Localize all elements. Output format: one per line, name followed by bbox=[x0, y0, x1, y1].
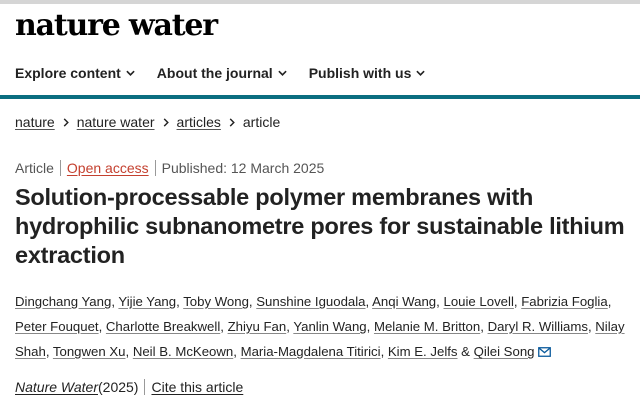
citation-year: (2025) bbox=[98, 379, 139, 395]
chevron-down-icon bbox=[278, 70, 287, 76]
open-access-link[interactable]: Open access bbox=[67, 160, 149, 176]
author-separator: , bbox=[98, 319, 106, 334]
chevron-down-icon bbox=[126, 70, 135, 76]
author-separator: , bbox=[220, 319, 228, 334]
author-separator: , bbox=[480, 319, 488, 334]
nav-label: Publish with us bbox=[308, 65, 412, 81]
nav-label: Explore content bbox=[15, 65, 121, 81]
chevron-down-icon bbox=[416, 70, 426, 76]
author-link[interactable]: Qilei Song bbox=[474, 344, 535, 359]
journal-link[interactable]: Nature Water bbox=[15, 379, 98, 395]
meta-divider bbox=[59, 160, 61, 176]
author-link[interactable]: Kim E. Jelfs bbox=[388, 344, 458, 359]
citation-line: Nature Water (2025) Cite this article bbox=[15, 379, 243, 395]
author-separator: , bbox=[125, 344, 133, 359]
author-link[interactable]: Maria-Magdalena Titirici bbox=[241, 344, 381, 359]
site-logo[interactable]: nature water bbox=[15, 8, 218, 44]
chevron-right-icon bbox=[163, 117, 169, 127]
meta-divider bbox=[154, 160, 156, 176]
nav-about-journal[interactable]: About the journal bbox=[157, 63, 287, 83]
author-link[interactable]: Yanlin Wang bbox=[293, 319, 366, 334]
article-type: Article bbox=[15, 160, 54, 176]
chevron-right-icon bbox=[63, 117, 69, 127]
author-link[interactable]: Anqi Wang bbox=[372, 294, 436, 309]
author-separator: , bbox=[45, 344, 53, 359]
author-link[interactable]: Peter Fouquet bbox=[15, 319, 99, 334]
author-link[interactable]: Dingchang Yang bbox=[15, 294, 111, 309]
author-link[interactable]: Tongwen Xu bbox=[53, 344, 126, 359]
breadcrumb-articles[interactable]: articles bbox=[177, 114, 221, 130]
article-meta: Article Open access Published: 12 March … bbox=[15, 160, 324, 176]
chevron-right-icon bbox=[229, 117, 235, 127]
author-link[interactable]: Daryl R. Williams bbox=[488, 319, 588, 334]
nav-publish-with-us[interactable]: Publish with us bbox=[309, 63, 426, 83]
author-separator: , bbox=[366, 319, 374, 334]
author-link[interactable]: Toby Wong bbox=[183, 294, 249, 309]
author-link[interactable]: Melanie M. Britton bbox=[374, 319, 480, 334]
author-separator: , bbox=[607, 294, 612, 309]
published-date: Published: 12 March 2025 bbox=[161, 160, 325, 176]
article-title: Solution-processable polymer membranes w… bbox=[15, 184, 625, 268]
breadcrumb: nature nature water articles article bbox=[15, 114, 280, 130]
mail-icon[interactable] bbox=[537, 340, 551, 365]
header-divider bbox=[0, 95, 640, 99]
author-separator: , bbox=[380, 344, 388, 359]
author-link[interactable]: Fabrizia Foglia bbox=[521, 294, 608, 309]
breadcrumb-nature[interactable]: nature bbox=[15, 114, 55, 130]
main-nav: Explore content About the journal Publis… bbox=[15, 63, 447, 83]
author-link[interactable]: Neil B. McKeown bbox=[133, 344, 233, 359]
author-link[interactable]: Charlotte Breakwell bbox=[106, 319, 220, 334]
author-separator-last: & bbox=[457, 344, 474, 359]
author-link[interactable]: Louie Lovell bbox=[443, 294, 513, 309]
author-link[interactable]: Zhiyu Fan bbox=[228, 319, 287, 334]
author-separator: , bbox=[233, 344, 241, 359]
nav-explore-content[interactable]: Explore content bbox=[15, 63, 135, 83]
nav-label: About the journal bbox=[156, 65, 273, 81]
author-link[interactable]: Sunshine Iguodala bbox=[256, 294, 365, 309]
breadcrumb-current: article bbox=[242, 114, 281, 130]
author-list: Dingchang Yang, Yijie Yang, Toby Wong, S… bbox=[15, 289, 630, 365]
cite-this-article-link[interactable]: Cite this article bbox=[151, 379, 243, 395]
top-border bbox=[0, 0, 640, 4]
citation-divider bbox=[144, 379, 146, 395]
author-link[interactable]: Yijie Yang bbox=[118, 294, 176, 309]
breadcrumb-nature-water[interactable]: nature water bbox=[77, 114, 155, 130]
